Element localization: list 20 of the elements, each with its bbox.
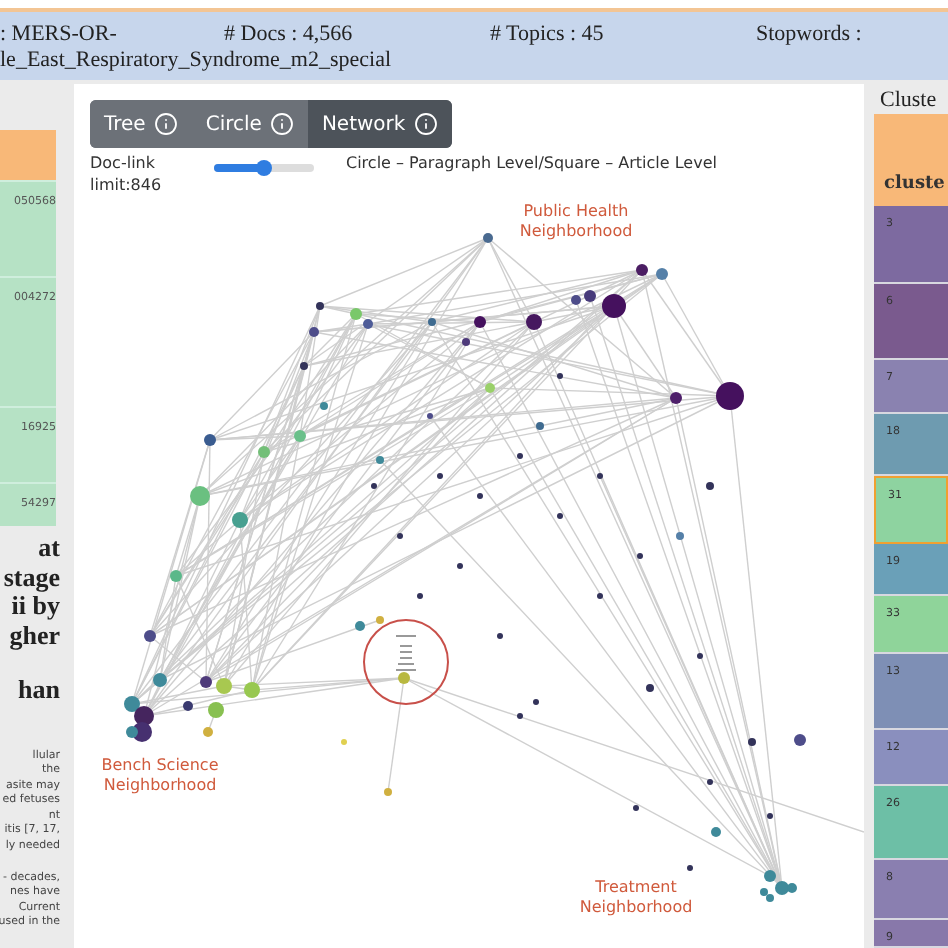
neighborhood-label: Public Health Neighborhood [517,202,635,242]
docs-count: # Docs : 4,566 [224,22,353,48]
clusters-title: Cluste [878,88,937,114]
view-tab[interactable]: Network [307,100,452,148]
shape-legend: Circle – Paragraph Level/Square – Article Level [346,152,717,174]
slider-track[interactable] [214,164,314,172]
dataset-name: le_East_Respiratory_Syndrome_m2_special [0,48,392,74]
neighborhood-label: Bench Science Neighborhood [99,756,221,796]
column-header: cluste [884,174,945,194]
slider-thumb[interactable] [256,160,272,176]
table-header [0,130,56,180]
neighborhood-label: Treatment Neighborhood [577,878,695,918]
document-title: at stage ii by gher han [1,534,60,705]
dataset-name: : MERS-OR- [0,22,117,48]
stopwords-label: Stopwords : [756,22,862,48]
info-icon [413,112,438,136]
info-icon [269,112,294,136]
info-icon [153,112,178,136]
topics-count: # Topics : 45 [490,22,604,48]
doc-link-limit: Doc-link limit:846 [90,152,164,196]
